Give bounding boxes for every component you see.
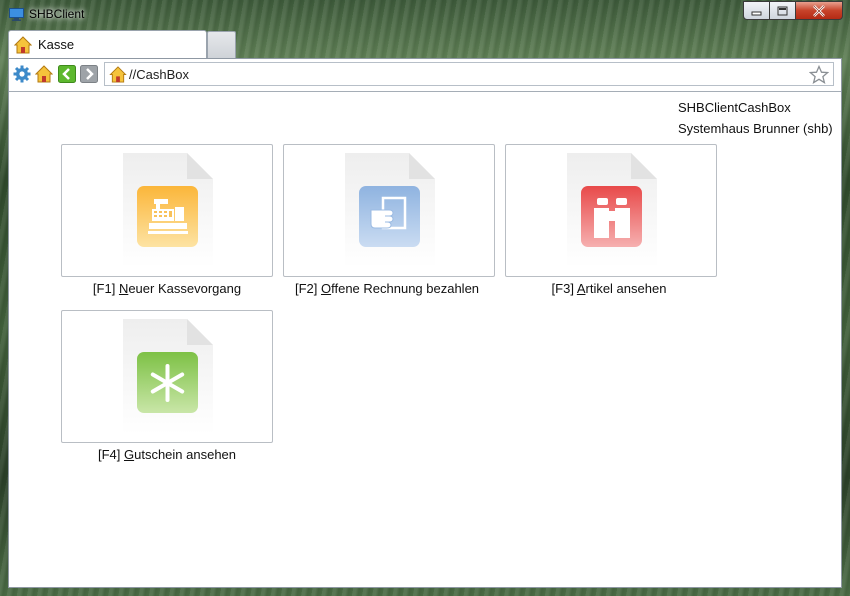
back-arrow-icon[interactable] [58, 65, 76, 83]
tile-label-f3[interactable]: [F3] Artikel ansehen [489, 281, 729, 296]
tile-label-f4[interactable]: [F4] Gutschein ansehen [47, 447, 287, 462]
tile-label-f1[interactable]: [F1] Neuer Kassevorgang [47, 281, 287, 296]
new-tab-button[interactable] [207, 31, 236, 58]
tab-kasse[interactable]: Kasse [8, 30, 207, 59]
home-icon[interactable] [35, 65, 53, 83]
asterisk-icon [123, 319, 213, 434]
toolbar: //CashBox [9, 59, 841, 92]
cash-register-icon [123, 153, 213, 268]
address-bar[interactable]: //CashBox [104, 62, 834, 86]
gear-icon[interactable] [13, 65, 31, 83]
home-icon [14, 36, 32, 54]
address-text: //CashBox [129, 67, 189, 82]
tab-label: Kasse [38, 37, 75, 52]
app-name: SHBClientCashBox [678, 100, 791, 115]
monitor-icon [9, 8, 24, 21]
maximize-button[interactable] [770, 1, 796, 20]
close-button[interactable] [796, 1, 843, 20]
tile-offene-rechnung[interactable] [283, 144, 495, 277]
minimize-icon [751, 11, 762, 15]
tile-artikel-ansehen[interactable] [505, 144, 717, 277]
browser-frame: //CashBox SHBClientCashBox Systemhaus Br… [8, 58, 842, 588]
app-info: SHBClientCashBox Systemhaus Brunner (shb… [678, 97, 833, 139]
star-icon[interactable] [809, 65, 829, 85]
company-name: Systemhaus Brunner (shb) [678, 121, 833, 136]
minimize-button[interactable] [743, 1, 770, 20]
home-icon [109, 66, 127, 83]
hand-document-icon [345, 153, 435, 268]
close-icon [813, 4, 825, 17]
window-title: SHBClient [29, 7, 85, 21]
tile-neuer-kassevorgang[interactable] [61, 144, 273, 277]
tile-gutschein-ansehen[interactable] [61, 310, 273, 443]
tab-bar: Kasse [8, 30, 842, 59]
forward-arrow-icon[interactable] [80, 65, 98, 83]
window-titlebar[interactable]: SHBClient [0, 0, 850, 30]
binoculars-icon [567, 153, 657, 268]
tile-label-f2[interactable]: [F2] Offene Rechnung bezahlen [267, 281, 507, 296]
maximize-icon [777, 6, 788, 15]
